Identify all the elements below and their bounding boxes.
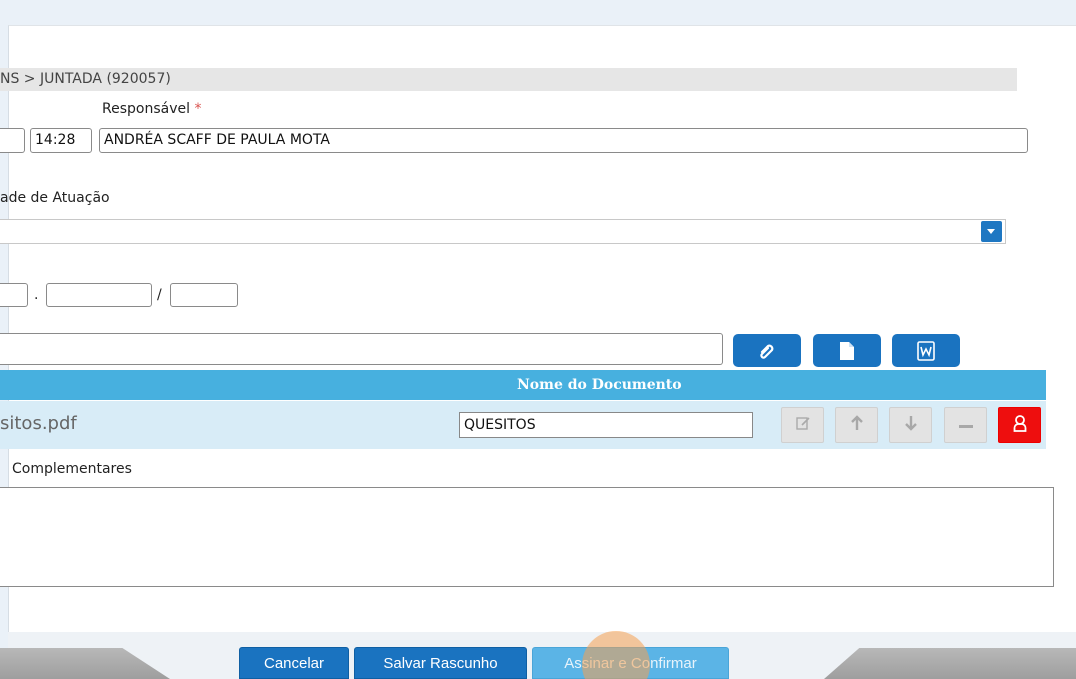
- numero-slash: /: [157, 287, 162, 303]
- chevron-down-icon[interactable]: [981, 221, 1002, 242]
- date-field[interactable]: [0, 128, 25, 153]
- edit-icon: [795, 415, 811, 435]
- new-document-button[interactable]: [813, 334, 881, 367]
- time-field[interactable]: 14:28: [30, 128, 92, 153]
- arrow-down-icon: [904, 415, 918, 435]
- paperclip-icon: [758, 342, 776, 360]
- edit-button[interactable]: [781, 407, 824, 443]
- breadcrumb: NS > JUNTADA (920057): [0, 68, 1017, 91]
- numero-part-3[interactable]: [170, 283, 238, 307]
- atuacao-select[interactable]: [0, 219, 1006, 244]
- table-header: Nome do Documento: [0, 370, 1046, 400]
- right-tab-shape: [824, 648, 1076, 679]
- responsavel-label: Responsável *: [102, 101, 201, 117]
- column-nome-documento: Nome do Documento: [517, 377, 682, 393]
- cancel-button[interactable]: Cancelar: [239, 647, 349, 679]
- numero-part-2[interactable]: [46, 283, 152, 307]
- responsavel-label-text: Responsável: [102, 101, 190, 117]
- file-path-field[interactable]: [0, 333, 723, 365]
- numero-dot: .: [34, 287, 39, 303]
- document-name-input[interactable]: QUESITOS: [459, 412, 753, 438]
- remove-button[interactable]: [944, 407, 987, 443]
- table-row: sitos.pdf QUESITOS: [0, 401, 1046, 449]
- move-down-button[interactable]: [889, 407, 932, 443]
- minus-icon: [958, 417, 973, 433]
- word-document-icon: [917, 340, 935, 361]
- user-icon: [1013, 414, 1027, 436]
- file-name: sitos.pdf: [0, 413, 77, 434]
- sign-confirm-button[interactable]: Assinar e Confirmar: [532, 647, 729, 679]
- complementares-label: Complementares: [12, 461, 132, 477]
- responsavel-field[interactable]: ANDRÉA SCAFF DE PAULA MOTA: [99, 128, 1028, 153]
- atuacao-label: ade de Atuação: [0, 190, 110, 206]
- arrow-up-icon: [850, 415, 864, 435]
- attach-button[interactable]: [733, 334, 801, 367]
- complementares-textarea[interactable]: [0, 487, 1054, 587]
- numero-part-1[interactable]: [0, 283, 28, 307]
- required-mark: *: [194, 101, 202, 117]
- document-icon: [839, 341, 855, 361]
- save-draft-button[interactable]: Salvar Rascunho: [354, 647, 527, 679]
- move-up-button[interactable]: [835, 407, 878, 443]
- word-document-button[interactable]: [892, 334, 960, 367]
- sign-button[interactable]: [998, 407, 1041, 443]
